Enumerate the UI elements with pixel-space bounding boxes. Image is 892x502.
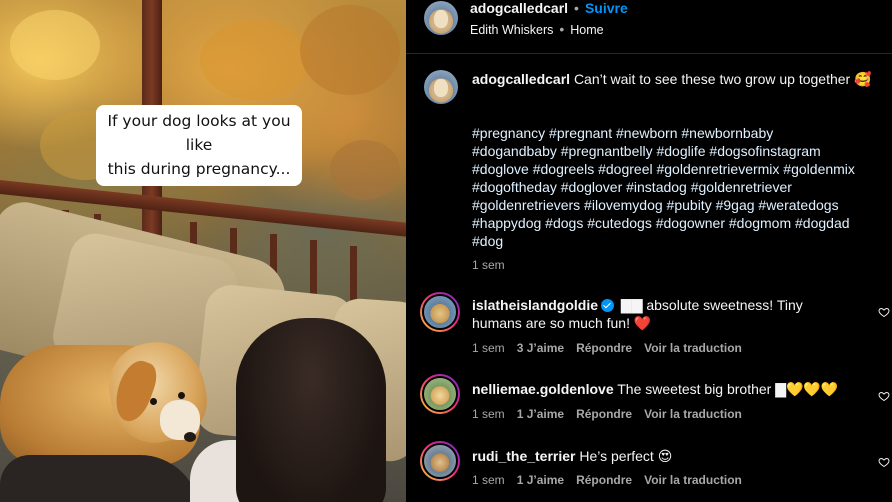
foliage — [330, 140, 400, 200]
translate-button[interactable]: Voir la traduction — [644, 407, 742, 421]
comment-meta: 1 sem 1 J’aime Répondre Voir la traduction — [472, 407, 754, 421]
commenter-avatar[interactable] — [420, 441, 460, 481]
comment-age[interactable]: 1 sem — [472, 473, 505, 487]
caption-username[interactable]: adogcalledcarl — [472, 71, 570, 87]
hashtag-block: #pregnancy #pregnant #newborn #newbornba… — [472, 124, 890, 250]
verified-badge-icon — [601, 299, 615, 312]
commenter-avatar-image — [422, 294, 458, 330]
comment-text: ▇▇ absolute sweetness! Tiny — [620, 297, 803, 313]
hashtag-line[interactable]: #pregnancy #pregnant #newborn #newbornba… — [472, 124, 890, 142]
reply-button[interactable]: Répondre — [576, 407, 632, 421]
hashtag-line[interactable]: #dogandbaby #pregnantbelly #doglife #dog… — [472, 142, 890, 160]
comment-username[interactable]: islatheislandgoldie — [472, 297, 598, 313]
hashtag-line[interactable]: #dog — [472, 232, 890, 250]
comment-likes[interactable]: 1 J’aime — [517, 407, 564, 421]
header-subtitle-row: Edith Whiskers • Home — [470, 21, 604, 37]
comment-age[interactable]: 1 sem — [472, 407, 505, 421]
hashtag-line[interactable]: #happydog #dogs #cutedogs #dogowner #dog… — [472, 214, 890, 232]
translate-button[interactable]: Voir la traduction — [644, 341, 742, 355]
heart-icon[interactable] — [878, 456, 890, 468]
video-caption: If your dog looks at you like this durin… — [96, 105, 302, 186]
audio-link[interactable]: Edith Whiskers — [470, 23, 553, 37]
author-avatar[interactable] — [424, 70, 458, 104]
post-age[interactable]: 1 sem — [472, 258, 505, 272]
comment-likes[interactable]: 3 J’aime — [517, 341, 564, 355]
commenter-avatar[interactable] — [420, 292, 460, 332]
separator-dot: • — [574, 0, 579, 16]
author-username[interactable]: adogcalledcarl — [470, 0, 568, 16]
dog-eye — [178, 392, 185, 399]
foliage — [200, 20, 310, 100]
dog-nose — [184, 432, 196, 442]
post-caption: adogcalledcarl Can’t wait to see these t… — [472, 70, 882, 88]
author-avatar[interactable] — [424, 1, 458, 35]
hashtag-line[interactable]: #doglove #dogreels #dogreel #goldenretri… — [472, 160, 890, 178]
translate-button[interactable]: Voir la traduction — [644, 473, 742, 487]
comment-body: islatheislandgoldie ▇▇ absolute sweetnes… — [472, 296, 872, 332]
follow-button[interactable]: Suivre — [585, 0, 628, 16]
comment-username[interactable]: nelliemae.goldenlove — [472, 381, 614, 397]
reply-button[interactable]: Répondre — [576, 473, 632, 487]
separator-dot: • — [559, 21, 565, 37]
commenter-avatar-image — [422, 376, 458, 412]
comment-age[interactable]: 1 sem — [472, 341, 505, 355]
blanket — [0, 455, 200, 502]
comment-meta: 1 sem 1 J’aime Répondre Voir la traduction — [472, 473, 754, 487]
comment-likes[interactable]: 1 J’aime — [517, 473, 564, 487]
commenter-avatar[interactable] — [420, 374, 460, 414]
comment-meta: 1 sem 3 J’aime Répondre Voir la traduction — [472, 341, 754, 355]
post-media[interactable]: If your dog looks at you like this durin… — [0, 0, 406, 502]
woman-hair — [236, 318, 386, 502]
commenter-avatar-image — [422, 443, 458, 479]
caption-line: this during pregnancy... — [107, 160, 291, 178]
dog-eye — [150, 398, 157, 405]
comment-body: nelliemae.goldenlove The sweetest big br… — [472, 380, 872, 398]
post-header: adogcalledcarl • Suivre Edith Whiskers • Hom… — [406, 0, 892, 54]
heart-icon[interactable] — [878, 390, 890, 402]
comment-body: rudi_the_terrier He’s perfect 😍 — [472, 447, 872, 465]
heart-icon[interactable] — [878, 306, 890, 318]
hashtag-line[interactable]: #goldenretrievers #ilovemydog #pubity #9… — [472, 196, 890, 214]
location-link[interactable]: Home — [570, 23, 603, 37]
caption-line: If your dog looks at you like — [107, 112, 291, 154]
post-details-panel: adogcalledcarl • Suivre Edith Whiskers • Hom… — [406, 0, 892, 502]
comment-text: He’s perfect 😍 — [579, 448, 673, 464]
foliage — [10, 10, 100, 80]
comment-text: humans are so much fun! ❤️ — [472, 315, 652, 331]
header-title-row: adogcalledcarl • Suivre — [470, 0, 628, 18]
foliage — [300, 5, 400, 95]
comment-text: The sweetest big brother ▇💛💛💛 — [617, 381, 839, 397]
hashtag-line[interactable]: #dogoftheday #doglover #instadog #golden… — [472, 178, 890, 196]
reply-button[interactable]: Répondre — [576, 341, 632, 355]
caption-text: Can’t wait to see these two grow up toge… — [573, 71, 872, 87]
comment-username[interactable]: rudi_the_terrier — [472, 448, 575, 464]
